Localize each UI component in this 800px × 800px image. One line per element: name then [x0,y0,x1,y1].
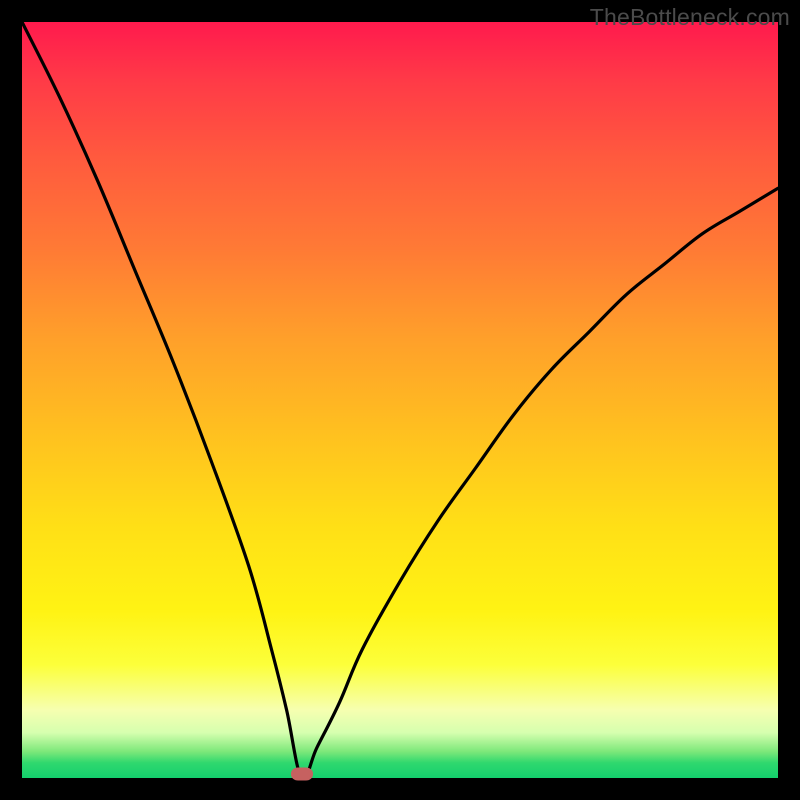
plot-area [22,22,778,778]
curve-path [22,22,778,778]
minimum-marker [291,768,313,781]
bottleneck-curve [22,22,778,778]
chart-frame: TheBottleneck.com [0,0,800,800]
watermark-text: TheBottleneck.com [590,4,790,31]
